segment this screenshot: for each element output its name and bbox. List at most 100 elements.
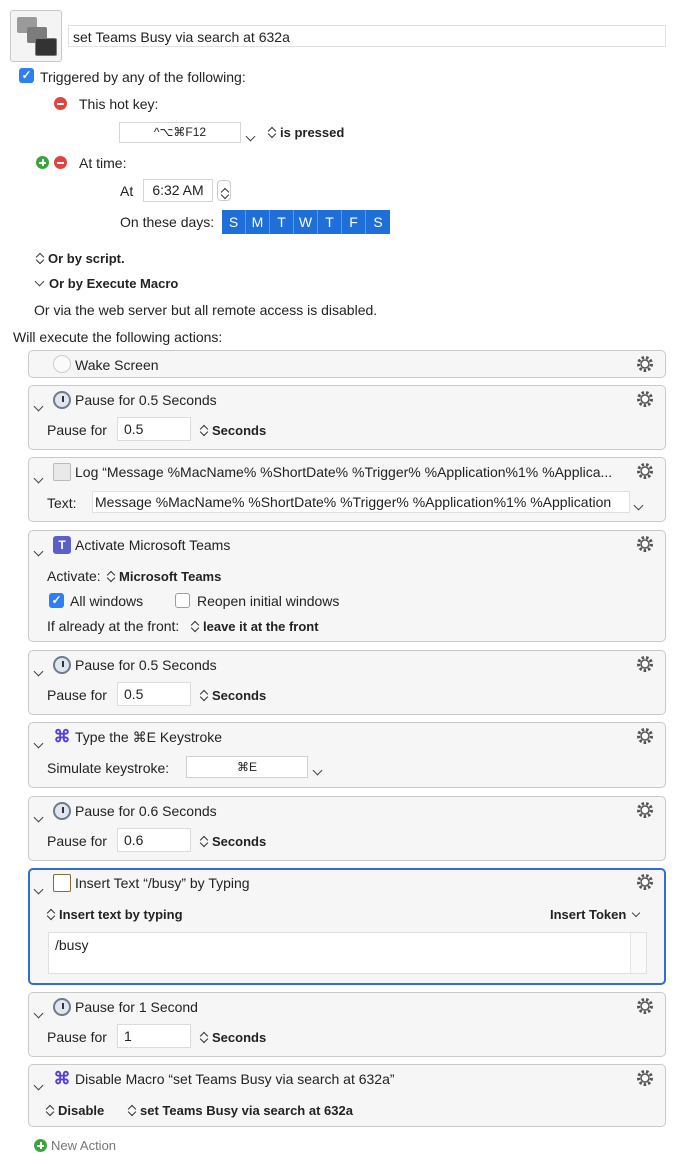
reopen-windows-checkbox[interactable] <box>175 593 190 608</box>
gear-icon[interactable] <box>635 800 655 820</box>
log-text-dropdown[interactable] <box>633 496 644 512</box>
remove-hotkey-icon[interactable] <box>54 97 67 110</box>
action-type-keystroke[interactable]: ⌘ Type the ⌘E Keystroke Simulate keystro… <box>28 722 666 788</box>
updown-icon <box>128 1105 136 1116</box>
clock-icon <box>53 998 71 1016</box>
new-action-label: New Action <box>51 1138 117 1153</box>
gear-icon[interactable] <box>635 389 655 409</box>
day-toggle-saturday[interactable]: S <box>366 210 390 234</box>
updown-icon <box>47 909 55 920</box>
collapse-toggle[interactable] <box>33 808 44 824</box>
seconds-unit-select[interactable]: Seconds <box>200 688 266 703</box>
collapse-toggle[interactable] <box>33 469 44 485</box>
remove-time-trigger-icon[interactable] <box>54 156 67 169</box>
or-by-script-toggle[interactable]: Or by script. <box>36 251 125 266</box>
collapse-toggle[interactable] <box>33 880 44 896</box>
insert-mode-select[interactable]: Insert text by typing <box>47 907 183 922</box>
action-insert-text[interactable]: Insert Text “/busy” by Typing Insert tex… <box>28 868 666 985</box>
action-wake-screen[interactable]: Wake Screen <box>28 350 666 378</box>
gear-icon[interactable] <box>635 354 655 374</box>
action-disable-macro[interactable]: ⌘ Disable Macro “set Teams Busy via sear… <box>28 1064 666 1127</box>
chevron-down-icon <box>633 500 644 511</box>
action-pause-4[interactable]: Pause for 1 Second Pause for 1 Seconds <box>28 992 666 1057</box>
front-behavior-value: leave it at the front <box>203 619 319 634</box>
chevron-down-icon <box>631 908 641 918</box>
command-icon: ⌘ <box>53 727 71 746</box>
collapse-toggle[interactable] <box>33 734 44 750</box>
gear-icon[interactable] <box>635 726 655 746</box>
pause-seconds-input[interactable]: 0.5 <box>117 417 191 441</box>
hotkey-dropdown[interactable] <box>245 127 256 143</box>
add-icon <box>34 1139 47 1152</box>
keystroke-dropdown[interactable] <box>312 761 323 777</box>
or-by-execute-macro-toggle[interactable]: Or by Execute Macro <box>34 276 179 291</box>
actions-heading: Will execute the following actions: <box>13 329 223 345</box>
front-label: If already at the front: <box>47 618 180 634</box>
gear-icon[interactable] <box>635 534 655 554</box>
day-toggle-sunday[interactable]: S <box>222 210 246 234</box>
chevron-down-icon <box>33 812 44 823</box>
front-behavior-select[interactable]: leave it at the front <box>191 619 319 634</box>
action-title: Pause for 0.5 Seconds <box>75 392 217 408</box>
action-title: Pause for 0.5 Seconds <box>75 657 217 673</box>
pause-seconds-input[interactable]: 1 <box>117 1024 191 1048</box>
disable-target-select[interactable]: set Teams Busy via search at 632a <box>128 1103 353 1118</box>
disable-mode-select[interactable]: Disable <box>46 1103 104 1118</box>
new-action-button[interactable]: New Action <box>34 1138 116 1153</box>
macro-icon[interactable] <box>10 10 62 62</box>
command-icon: ⌘ <box>53 1069 71 1088</box>
collapse-toggle[interactable] <box>33 542 44 558</box>
gear-icon[interactable] <box>635 872 655 892</box>
day-toggle-thursday[interactable]: T <box>318 210 342 234</box>
collapse-toggle[interactable] <box>33 397 44 413</box>
gear-icon[interactable] <box>635 996 655 1016</box>
add-trigger-icon[interactable] <box>36 156 49 169</box>
activate-app-select[interactable]: Microsoft Teams <box>107 569 221 584</box>
seconds-unit-select[interactable]: Seconds <box>200 834 266 849</box>
action-log[interactable]: Log “Message %MacName% %ShortDate% %Trig… <box>28 457 666 522</box>
pause-for-label: Pause for <box>47 1029 107 1045</box>
chevron-down-icon <box>33 546 44 557</box>
collapse-toggle[interactable] <box>33 1004 44 1020</box>
or-by-execute-macro-label: Or by Execute Macro <box>49 276 179 291</box>
clock-icon <box>53 656 71 674</box>
all-windows-checkbox[interactable]: ✓ <box>49 593 64 608</box>
pause-seconds-input[interactable]: 0.6 <box>117 828 191 852</box>
gear-icon[interactable] <box>635 461 655 481</box>
text-area-scrollbar[interactable] <box>630 933 646 973</box>
action-title: Insert Text “/busy” by Typing <box>75 875 250 891</box>
action-pause-2[interactable]: Pause for 0.5 Seconds Pause for 0.5 Seco… <box>28 650 666 715</box>
clipboard-icon <box>53 874 71 892</box>
insert-token-menu[interactable]: Insert Token <box>550 907 641 922</box>
collapse-toggle[interactable] <box>33 1076 44 1092</box>
macro-name-field[interactable]: set Teams Busy via search at 632a <box>68 25 666 47</box>
gear-icon[interactable] <box>635 1068 655 1088</box>
seconds-unit-label: Seconds <box>212 423 267 438</box>
day-toggle-wednesday[interactable]: W <box>294 210 318 234</box>
seconds-unit-select[interactable]: Seconds <box>200 423 266 438</box>
seconds-unit-select[interactable]: Seconds <box>200 1030 266 1045</box>
day-toggle-tuesday[interactable]: T <box>270 210 294 234</box>
collapse-toggle[interactable] <box>33 662 44 678</box>
action-pause-1[interactable]: Pause for 0.5 Seconds Pause for 0.5 Seco… <box>28 385 666 450</box>
keystroke-field[interactable]: ⌘E <box>186 756 308 778</box>
day-toggle-monday[interactable]: M <box>246 210 270 234</box>
insert-text-area[interactable]: /busy <box>48 932 647 974</box>
pause-seconds-input[interactable]: 0.5 <box>117 682 191 706</box>
log-text-input[interactable]: Message %MacName% %ShortDate% %Trigger% … <box>92 491 630 513</box>
time-stepper[interactable] <box>217 180 231 201</box>
action-title: Log “Message %MacName% %ShortDate% %Trig… <box>75 464 613 480</box>
action-activate-teams[interactable]: T Activate Microsoft Teams Activate: Mic… <box>28 530 666 642</box>
log-text-value: Message %MacName% %ShortDate% %Trigger% … <box>95 494 612 510</box>
hotkey-mode-select[interactable]: is pressed <box>268 125 344 140</box>
triggered-checkbox[interactable]: ✓ <box>19 68 34 83</box>
gear-icon[interactable] <box>635 654 655 674</box>
hotkey-field[interactable]: ^⌥⌘F12 <box>119 122 241 143</box>
action-pause-3[interactable]: Pause for 0.6 Seconds Pause for 0.6 Seco… <box>28 796 666 861</box>
chevron-down-icon <box>33 401 44 412</box>
time-field[interactable]: 6:32 AM <box>143 179 213 202</box>
insert-mode-value: Insert text by typing <box>59 907 183 922</box>
pause-for-label: Pause for <box>47 833 107 849</box>
day-toggle-friday[interactable]: F <box>342 210 366 234</box>
pause-for-label: Pause for <box>47 422 107 438</box>
